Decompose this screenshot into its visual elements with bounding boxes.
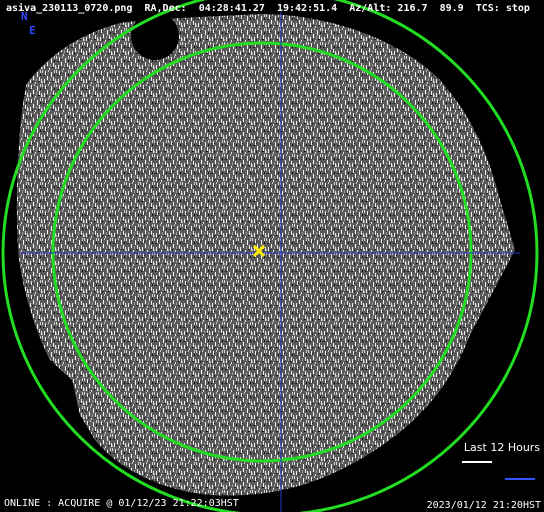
tcs-label: TCS: [475, 3, 500, 14]
radec-label: RA,Dec: [144, 3, 187, 14]
tcs-status: stop [505, 3, 530, 14]
legend-line-blue [505, 478, 535, 480]
ra-value: 04:28:41.27 [198, 3, 265, 14]
azalt-label: Az/Alt: [349, 3, 392, 14]
horizon-circle [1, 0, 539, 512]
header-bar: asiva_230113_0720.png RA,Dec: 04:28:41.2… [6, 3, 530, 15]
legend-line-white [462, 461, 492, 463]
alt-value: 89.9 [439, 3, 464, 14]
acquire-status: ONLINE : ACQUIRE @ 01/12/23 21:22:03HST [4, 498, 239, 509]
time-period-legend: Last 12 Hours [463, 441, 541, 454]
overlay [1, 0, 539, 512]
image-timestamp: 2023/01/12 21:20HST [426, 500, 541, 511]
x-marker-icon [252, 244, 266, 258]
compass-north: N [21, 10, 28, 23]
all-sky-camera-viewer: asiva_230113_0720.png RA,Dec: 04:28:41.2… [0, 0, 544, 512]
dec-value: 19:42:51.4 [276, 3, 338, 14]
az-value: 216.7 [397, 3, 428, 14]
compass-east: E [29, 24, 36, 37]
